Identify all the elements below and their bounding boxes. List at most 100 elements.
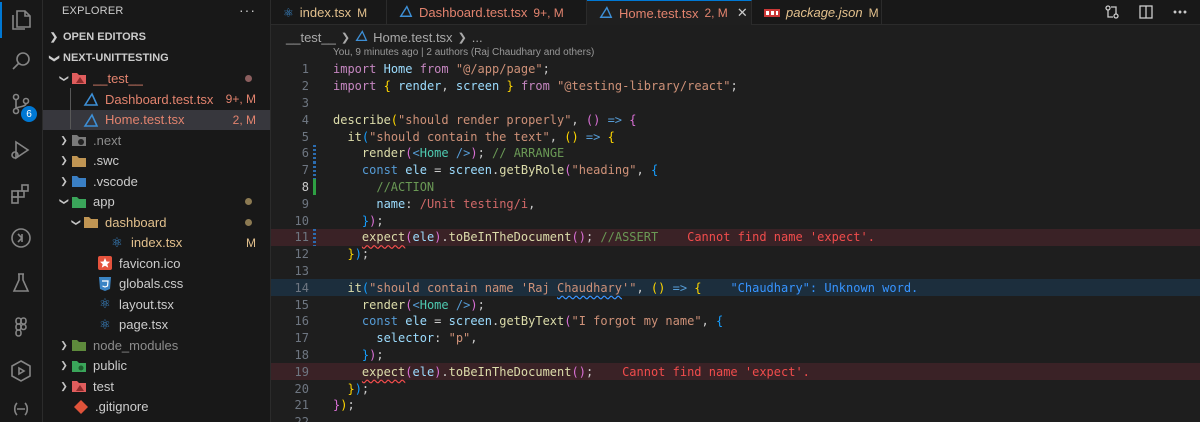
tree-item-public-folder[interactable]: ❯ public xyxy=(43,356,270,377)
code-line[interactable]: 21 }); xyxy=(271,397,1200,414)
line-number: 1 xyxy=(301,62,309,77)
gutter-modified-marker[interactable] xyxy=(313,229,316,246)
chevron-right-icon: ❯ xyxy=(60,360,68,371)
tree-item-index-tsx[interactable]: ⚛ index.tsx M xyxy=(43,233,270,254)
explorer-icon[interactable] xyxy=(7,6,35,34)
tree-item-globals-css[interactable]: globals.css xyxy=(43,274,270,295)
extensions-icon[interactable] xyxy=(7,180,35,208)
code-line[interactable]: 13 xyxy=(271,263,1200,280)
react-icon: ⚛ xyxy=(99,316,111,332)
search-icon[interactable] xyxy=(7,47,35,75)
testing-icon[interactable] xyxy=(7,269,35,297)
more-actions-icon[interactable]: ··· xyxy=(239,2,256,18)
modified-dot xyxy=(245,198,252,206)
code-editor[interactable]: 1 import Home from "@/app/page"; 2 impor… xyxy=(271,59,1200,422)
code-text: expect(ele).toBeInTheDocument(); //ASSER… xyxy=(361,230,875,245)
more-actions-icon[interactable] xyxy=(1172,4,1188,25)
indent-guide xyxy=(70,88,71,129)
project-section[interactable]: ❯ NEXT-UNITTESTING xyxy=(43,47,270,69)
code-line[interactable]: 6 render(<Home />); // ARRANGE xyxy=(271,145,1200,162)
code-line-info[interactable]: 14 it("should contain name 'Raj Chaudhar… xyxy=(271,279,1200,297)
tree-item-test-dir[interactable]: ❯ test xyxy=(43,376,270,397)
code-line[interactable]: 10 }); xyxy=(271,212,1200,229)
tab-index-tsx[interactable]: ⚛ index.tsx M xyxy=(271,0,387,25)
tree-item-app-folder[interactable]: ❯ app xyxy=(43,192,270,213)
code-line[interactable]: 2 import { render, screen } from "@testi… xyxy=(271,78,1200,95)
code-text: describe("should render properly", () =>… xyxy=(333,112,637,127)
tree-item-dashboard-folder[interactable]: ❯ dashboard xyxy=(43,212,270,233)
code-line[interactable]: 17 selector: "p", xyxy=(271,330,1200,347)
code-text: //ACTION xyxy=(376,179,435,194)
code-line-error[interactable]: 11 expect(ele).toBeInTheDocument(); //AS… xyxy=(271,229,1200,246)
line-number: 21 xyxy=(294,398,309,413)
tab-status: M xyxy=(357,5,368,20)
chevron-down-icon: ❯ xyxy=(71,218,82,227)
tree-item-label: node_modules xyxy=(93,337,179,353)
tree-item-layout-tsx[interactable]: ⚛ layout.tsx xyxy=(43,294,270,315)
code-line[interactable]: 5 it("should contain the text", () => { xyxy=(271,128,1200,145)
chevron-down-icon: ❯ xyxy=(59,197,70,206)
remote-icon[interactable] xyxy=(7,224,35,252)
code-line[interactable]: 12 }); xyxy=(271,246,1200,263)
tab-dashboard-test[interactable]: Dashboard.test.tsx 9+, M xyxy=(387,0,587,25)
tree-item-test-folder[interactable]: ❯ __test__ xyxy=(43,68,270,89)
close-icon[interactable]: ✕ xyxy=(737,5,748,21)
tab-home-test[interactable]: Home.test.tsx 2, M ✕ xyxy=(587,0,752,25)
tree-item-next-folder[interactable]: ❯ .next xyxy=(43,130,270,151)
tree-item-home-test[interactable]: Home.test.tsx 2, M xyxy=(43,109,270,130)
react-test-icon xyxy=(83,91,99,107)
tree-item-dashboard-test[interactable]: Dashboard.test.tsx 9+, M xyxy=(43,89,270,110)
code-line[interactable]: 16 const ele = screen.getByText("I forgo… xyxy=(271,313,1200,330)
gutter-added-marker[interactable] xyxy=(313,178,316,196)
figma-icon[interactable] xyxy=(7,313,35,341)
play-icon[interactable] xyxy=(7,357,35,385)
code-text: }); xyxy=(361,213,384,228)
line-number: 3 xyxy=(301,95,309,110)
chevron-down-icon: ❯ xyxy=(48,53,60,63)
code-line[interactable]: 22 xyxy=(271,414,1200,422)
chevron-down-icon: ❯ xyxy=(59,74,70,83)
code-line[interactable]: 7 const ele = screen.getByRole("heading"… xyxy=(271,161,1200,179)
tab-status: 2, M xyxy=(704,6,728,20)
code-text: it("should contain name 'Raj Chaudhary'"… xyxy=(347,280,919,295)
breadcrumb-folder[interactable]: __test__ xyxy=(286,30,336,45)
compare-changes-icon[interactable] xyxy=(1104,4,1120,25)
code-line[interactable]: 1 import Home from "@/app/page"; xyxy=(271,61,1200,78)
tree-item-vscode-folder[interactable]: ❯ .vscode xyxy=(43,171,270,192)
run-debug-icon[interactable] xyxy=(7,136,35,164)
line-number: 9 xyxy=(301,196,309,211)
accounts-icon[interactable] xyxy=(7,398,35,422)
split-editor-icon[interactable] xyxy=(1138,4,1154,25)
git-icon xyxy=(73,399,89,415)
code-line-error[interactable]: 19 expect(ele).toBeInTheDocument(); Cann… xyxy=(271,363,1200,381)
tree-item-favicon[interactable]: favicon.ico xyxy=(43,253,270,274)
blame-annotation[interactable]: You, 9 minutes ago | 2 authors (Raj Chau… xyxy=(333,47,594,58)
tree-item-page-tsx[interactable]: ⚛ page.tsx xyxy=(43,315,270,336)
chevron-right-icon: ❯ xyxy=(60,155,68,166)
gutter-modified-marker[interactable] xyxy=(313,161,316,179)
code-line[interactable]: 3 xyxy=(271,95,1200,112)
breadcrumb-file[interactable]: Home.test.tsx xyxy=(373,30,452,45)
tree-item-swc-folder[interactable]: ❯ .swc xyxy=(43,151,270,172)
code-line[interactable]: 9 name: /Unit testing/i, xyxy=(271,195,1200,212)
code-line[interactable]: 20 }); xyxy=(271,380,1200,397)
line-number: 8 xyxy=(301,179,309,194)
line-number: 17 xyxy=(294,331,309,346)
breadcrumb-symbol[interactable]: ... xyxy=(472,30,483,45)
code-line[interactable]: 18 }); xyxy=(271,347,1200,364)
tab-package-json[interactable]: package.json M xyxy=(752,0,882,25)
line-number: 18 xyxy=(294,347,309,362)
code-text: it("should contain the text", () => { xyxy=(347,129,615,144)
tree-item-node-modules[interactable]: ❯ node_modules xyxy=(43,335,270,356)
project-label: NEXT-UNITTESTING xyxy=(63,52,169,64)
code-line[interactable]: 8 //ACTION xyxy=(271,178,1200,196)
code-line[interactable]: 4 describe("should render properly", () … xyxy=(271,111,1200,128)
tree-item-status: 9+, M xyxy=(225,92,256,107)
tree-item-gitignore[interactable]: .gitignore xyxy=(43,397,270,418)
open-editors-section[interactable]: ❯ OPEN EDITORS xyxy=(43,26,270,48)
code-line[interactable]: 15 render(<Home />); xyxy=(271,296,1200,313)
css-icon xyxy=(97,276,113,292)
modified-dot xyxy=(245,218,252,226)
favicon-icon xyxy=(97,255,113,271)
gutter-modified-marker[interactable] xyxy=(313,145,316,162)
